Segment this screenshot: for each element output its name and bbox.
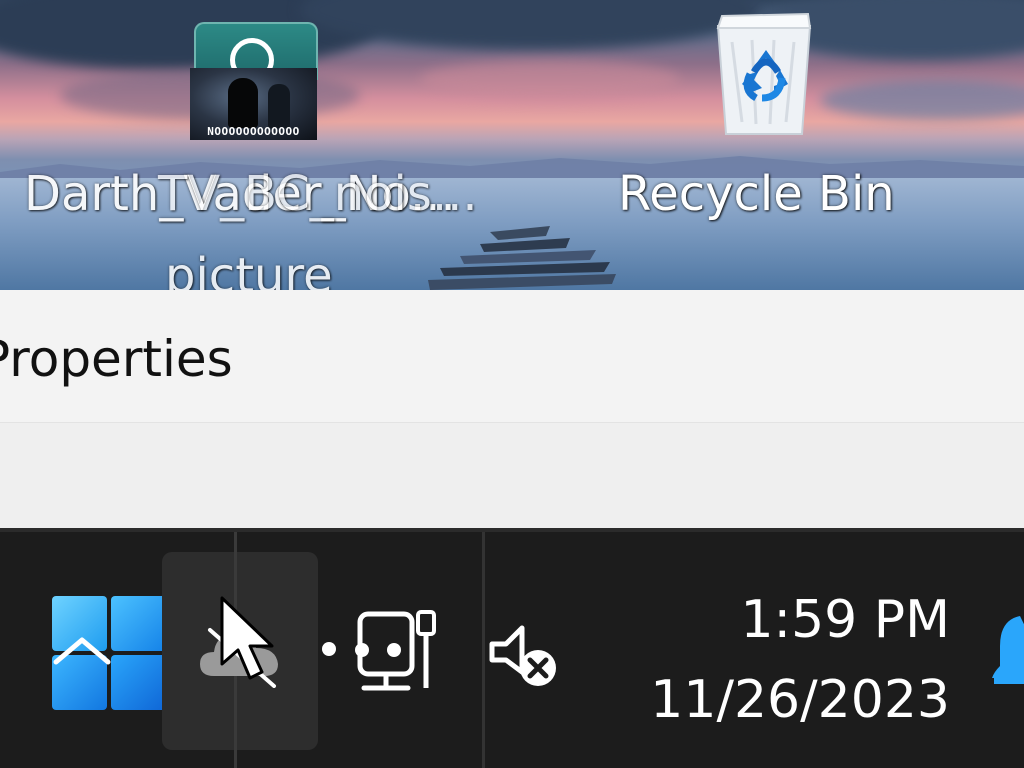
darth-vader-thumbnail-icon[interactable]: NOOOOOOOOOOOO bbox=[190, 68, 317, 140]
system-clock[interactable]: 1:59 PM 11/26/2023 bbox=[650, 580, 950, 740]
desktop-wallpaper[interactable] bbox=[0, 0, 1024, 290]
menu-item-properties[interactable]: Properties bbox=[0, 290, 1024, 423]
clock-time: 1:59 PM bbox=[740, 590, 950, 650]
start-button[interactable] bbox=[52, 596, 168, 712]
onedrive-offline-icon[interactable] bbox=[196, 620, 284, 688]
tray-separator-dot bbox=[322, 642, 336, 656]
taskbar-separator bbox=[482, 532, 485, 768]
context-menu-panel: Properties bbox=[0, 290, 1024, 528]
menu-item-properties-label: Properties bbox=[0, 330, 233, 388]
recycle-bin-icon[interactable] bbox=[712, 12, 816, 136]
volume-muted-icon[interactable] bbox=[488, 620, 564, 692]
screen: NOOOOOOOOOOOO Darth_Vader_No... TV_BC_no… bbox=[0, 0, 1024, 768]
rock-formation bbox=[428, 226, 616, 290]
taskbar: 1:59 PM 11/26/2023 bbox=[0, 528, 1024, 768]
clock-date: 11/26/2023 bbox=[650, 670, 950, 730]
windows-logo-pane bbox=[111, 596, 166, 651]
desktop-icon-label-recycle-bin[interactable]: Recycle Bin bbox=[618, 170, 895, 218]
windows-logo-pane bbox=[111, 655, 166, 710]
vader-figure bbox=[228, 78, 258, 128]
thumbnail-caption: NOOOOOOOOOOOO bbox=[207, 125, 300, 138]
network-ethernet-icon[interactable] bbox=[348, 608, 444, 694]
notification-bell-icon[interactable] bbox=[990, 606, 1024, 696]
chevron-up-icon[interactable] bbox=[52, 632, 112, 672]
trooper-figure bbox=[268, 84, 290, 128]
desktop-icon-label-tv-bc[interactable]: TV_BC_nois... bbox=[158, 170, 478, 218]
